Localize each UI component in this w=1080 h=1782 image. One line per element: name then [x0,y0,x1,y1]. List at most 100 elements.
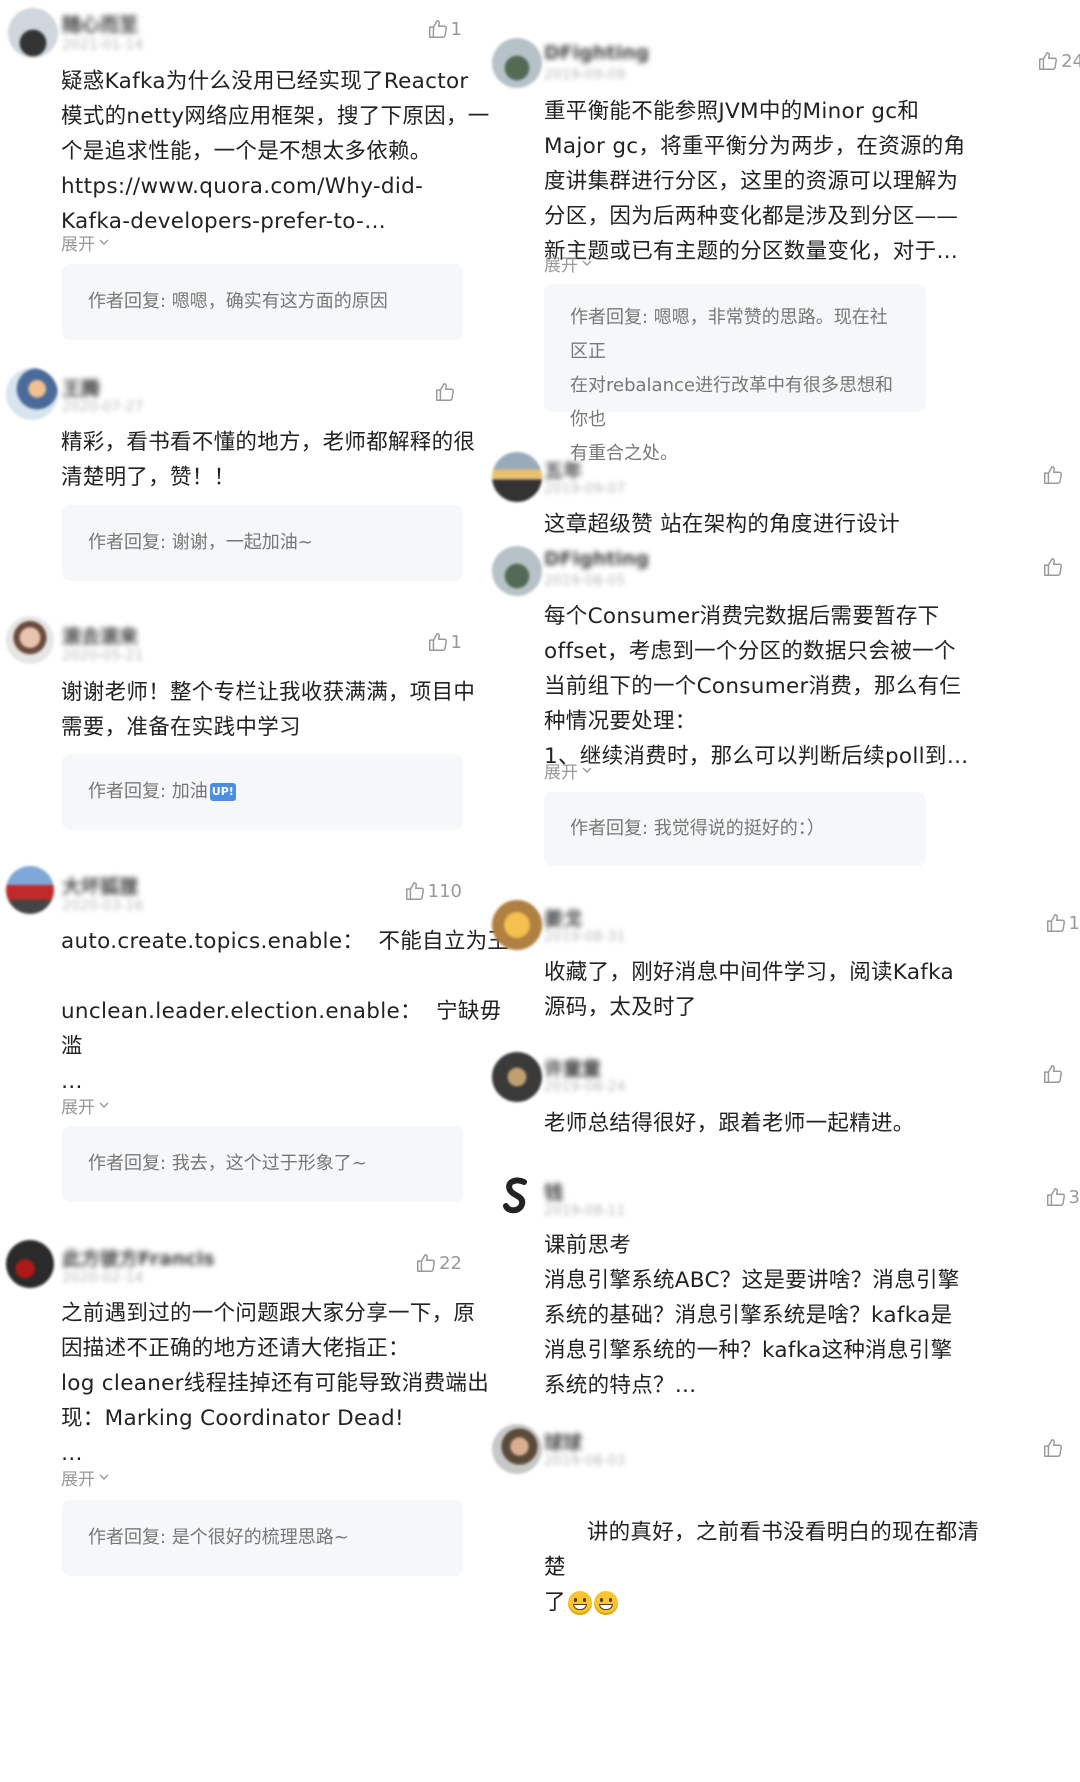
chevron-down-icon [581,761,593,781]
avatar[interactable] [492,546,542,596]
author-reply: 作者回复: 我觉得说的挺好的：） [544,792,926,866]
comment-text: 疑惑Kafka为什么没用已经实现了Reactor 模式的netty网络应用框架，… [61,69,490,234]
like-button[interactable] [1042,464,1066,486]
expand-link[interactable]: 展开 [61,1093,110,1118]
expand-label: 展开 [61,1098,95,1118]
like-button[interactable]: 110 [404,880,462,902]
like-button[interactable]: 3 [1045,1186,1080,1208]
like-button[interactable]: 1 [1045,912,1080,934]
author-reply: 作者回复: 嗯嗯，非常赞的思路。现在社区正 在对rebalance进行改革中有很… [544,284,926,464]
avatar[interactable] [6,866,54,914]
author-reply-text: 作者回复: 嗯嗯，非常赞的思路。现在社区正 在对rebalance进行改革中有很… [570,307,893,464]
grinning-face-emoji-icon [593,1591,618,1615]
username[interactable]: 王腾 [62,374,100,401]
expand-link[interactable]: 展开 [544,251,593,276]
like-count: 1 [450,631,462,653]
chevron-down-icon [98,233,110,253]
author-reply-text: 作者回复: 我觉得说的挺好的：） [570,818,825,839]
avatar[interactable] [492,452,542,502]
like-count: 24 [1061,50,1080,72]
thumbs-up-icon [1042,464,1064,486]
comment-date: 2019-08-24 [544,1079,626,1095]
author-reply-text: 作者回复: 谢谢，一起加油~ [88,532,313,553]
author-reply: 作者回复: 我去，这个过于形象了~ [62,1126,463,1202]
thumbs-up-icon [434,381,456,403]
comment-text: 每个Consumer消费完数据后需要暂存下 offset，考虑到一个分区的数据只… [544,604,969,769]
comment-date: 2019-09-07 [544,481,626,497]
thumbs-up-icon [1045,1186,1067,1208]
author-reply-text: 作者回复: 是个很好的梳理思路~ [88,1527,349,1548]
avatar[interactable] [492,1424,542,1474]
comment-date: 2019-08-05 [544,573,626,589]
comment-text: 这章超级赞 站在架构的角度进行设计 [544,512,900,537]
avatar[interactable] [6,616,54,664]
avatar[interactable] [6,1240,54,1288]
expand-link[interactable]: 展开 [61,230,110,255]
thumbs-up-icon [427,631,449,653]
like-count: 1 [1068,912,1080,934]
like-count: 3 [1068,1186,1080,1208]
like-count: 110 [427,880,462,902]
chevron-down-icon [581,254,593,274]
expand-link[interactable]: 展开 [544,758,593,783]
comment-date: 2019-08-03 [544,1453,626,1469]
username[interactable]: 五年 [544,456,582,483]
like-button[interactable] [434,381,458,403]
like-button[interactable] [1042,1437,1066,1459]
username[interactable]: 球球 [544,1428,582,1455]
comment-text: auto.create.topics.enable： 不能自立为王 unclea… [61,929,510,1094]
username[interactable]: 滚去滚来 [62,622,138,649]
thumbs-up-icon [1042,1063,1064,1085]
avatar[interactable] [492,900,542,950]
thumbs-up-icon [1045,912,1067,934]
like-button[interactable]: 1 [427,18,462,40]
like-button[interactable]: 1 [427,631,462,653]
author-reply-text: 作者回复: 加油 [88,781,208,802]
avatar[interactable] [492,1172,542,1222]
comment-date: 2021-01-14 [62,37,144,53]
like-button[interactable] [1042,1063,1066,1085]
username[interactable]: 随心而至 [62,10,138,37]
chevron-down-icon [98,1096,110,1116]
username[interactable]: 钱 [544,1178,563,1205]
expand-label: 展开 [544,763,578,783]
username[interactable]: 姜戈 [544,904,582,931]
username[interactable]: 大坏狐狸 [62,872,138,899]
comment-text: 收藏了，刚好消息中间件学习，阅读Kafka 源码，太及时了 [544,960,955,1020]
author-reply: 作者回复: 是个很好的梳理思路~ [62,1500,463,1576]
author-reply: 作者回复: 加油 UP! [62,754,463,830]
comment-text: 课前思考 消息引擎系统ABC？这是要讲啥？消息引擎 系统的基础？消息引擎系统是啥… [544,1233,960,1398]
like-button[interactable]: 22 [415,1252,462,1274]
like-button[interactable] [1042,556,1066,578]
comment-date: 2019-08-31 [544,929,626,945]
avatar[interactable] [492,1052,542,1102]
thumbs-up-icon [427,18,449,40]
thumbs-up-icon [404,880,426,902]
thumbs-up-icon [415,1252,437,1274]
comment-text: 谢谢老师！整个专栏让我收获满满，项目中 需要，准备在实践中学习 [61,680,476,740]
expand-link[interactable]: 展开 [61,1465,110,1490]
expand-label: 展开 [61,235,95,255]
thumbs-up-icon [1042,556,1064,578]
avatar[interactable] [6,368,58,420]
comment-date: 2019-09-09 [544,67,626,83]
like-button[interactable]: 24 [1037,50,1080,72]
comment-date: 2020-03-16 [62,898,144,914]
chevron-down-icon [98,1468,110,1488]
avatar[interactable] [8,8,58,58]
username[interactable]: 许童童 [544,1054,601,1081]
author-reply: 作者回复: 谢谢，一起加油~ [62,505,463,581]
username[interactable]: DFighting [544,42,649,64]
username[interactable]: DFighting [544,548,649,570]
up-emoji-icon: UP! [209,783,236,801]
comment-text: 讲的真好，之前看书没看明白的现在都清楚 了 [544,1480,984,1655]
avatar[interactable] [492,38,542,88]
comment-text: 精彩，看书看不懂的地方，老师都解释的很 清楚明了，赞！！ [61,430,476,490]
comment-date: 2019-08-11 [544,1203,626,1219]
expand-label: 展开 [544,256,578,276]
expand-label: 展开 [61,1470,95,1490]
comment-date: 2020-07-27 [62,399,144,415]
username[interactable]: 此方彼方Francis [62,1244,215,1271]
comment-text: 老师总结得很好，跟着老师一起精进。 [544,1111,915,1136]
thumbs-up-icon [1037,50,1059,72]
